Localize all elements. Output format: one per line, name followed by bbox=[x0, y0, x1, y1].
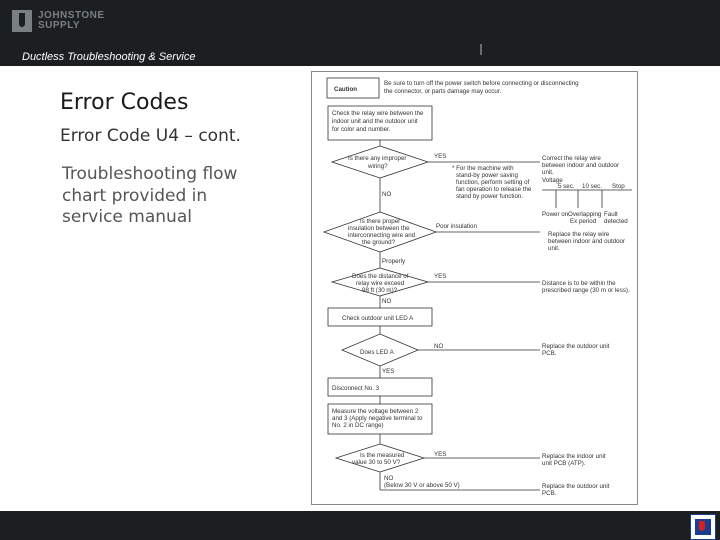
d2-line3: interconnecting wire and bbox=[348, 232, 416, 239]
no-label-4: NO bbox=[384, 475, 393, 482]
note1-line3: function, perform setting of bbox=[456, 179, 530, 186]
d3-line2: relay wire exceed bbox=[356, 280, 405, 287]
yes-label-4: YES bbox=[434, 451, 446, 458]
box1-line2: indoor unit and the outdoor unit bbox=[332, 118, 418, 125]
correct-line3: unit. bbox=[542, 169, 554, 176]
v-5sec: 5 sec. bbox=[558, 183, 575, 190]
replace-relay-line1: Replace the relay wire bbox=[548, 231, 610, 238]
correct-line1: Correct the relay wire bbox=[542, 155, 601, 162]
v-detected: detected bbox=[604, 218, 628, 225]
d1-line2: wiring? bbox=[367, 163, 388, 170]
pcb-outdoor-line1: Replace the outdoor unit bbox=[542, 343, 610, 350]
disconnect-label: Disconnect No. 3 bbox=[332, 385, 380, 392]
properly-label: Properly bbox=[382, 258, 406, 265]
v-fault: Fault bbox=[604, 211, 618, 218]
indoor-pcb-line2: unit PCB (ATP). bbox=[542, 460, 586, 467]
d5-line2: value 30 to 50 V? bbox=[352, 459, 401, 466]
replace-relay-line3: unit. bbox=[548, 245, 560, 252]
improper-wiring-diamond bbox=[330, 145, 430, 179]
distance-line2: prescribed range (30 m or less). bbox=[542, 287, 630, 294]
slide-title: Error Codes bbox=[60, 90, 189, 115]
company-logo: JOHNSTONE SUPPLY bbox=[12, 10, 105, 32]
d5-line1: Is the measured bbox=[360, 452, 405, 459]
pcb-outdoor-line2: PCB. bbox=[542, 350, 557, 357]
note1-line4: fan operation to release the bbox=[456, 186, 532, 193]
v-power-on: Power on bbox=[542, 211, 569, 218]
outdoor-last-line1: Replace the outdoor unit bbox=[542, 483, 610, 490]
box1-line1: Check the relay wire between the bbox=[332, 110, 424, 117]
yes-label-1: YES bbox=[434, 153, 446, 160]
footer-bar bbox=[0, 511, 720, 540]
d3-line3: 98 ft (30 m)? bbox=[362, 287, 398, 294]
box1-line3: for color and number. bbox=[332, 126, 391, 133]
caution-label: Caution bbox=[334, 86, 357, 93]
header-subtitle: Ductless Troubleshooting & Service bbox=[22, 51, 196, 63]
no-label-1: NO bbox=[382, 191, 391, 198]
outdoor-last-line2: PCB. bbox=[542, 490, 557, 497]
measure-line3: No. 2 in DC range) bbox=[332, 422, 384, 429]
v-10sec: 10 sec. bbox=[582, 183, 602, 190]
no-note: (Below 30 V or above 50 V) bbox=[384, 482, 460, 489]
note1-line1: * For the machine with bbox=[452, 165, 514, 172]
v-ex-period: Ex period bbox=[570, 218, 597, 225]
slide-subtitle: Error Code U4 – cont. bbox=[60, 126, 241, 146]
caution-line1: Be sure to turn off the power switch bef… bbox=[384, 80, 579, 87]
measure-line1: Measure the voltage between 2 bbox=[332, 408, 419, 415]
distance-line1: Distance is to be within the bbox=[542, 280, 616, 287]
yes-label-3: YES bbox=[382, 368, 394, 375]
poor-insulation: Poor insulation bbox=[436, 223, 477, 230]
brand-line2: SUPPLY bbox=[38, 20, 81, 31]
v-stop: Stop bbox=[612, 183, 625, 190]
flowchart-graphic: Caution Be sure to turn off the power sw… bbox=[322, 77, 632, 497]
no-label-3: NO bbox=[434, 343, 443, 350]
v-overlap: Overlapping bbox=[568, 211, 602, 218]
check-led-label: Check outdoor unit LED A bbox=[342, 315, 414, 322]
note1-line5: stand by power function. bbox=[456, 193, 523, 200]
yes-label-2: YES bbox=[434, 273, 446, 280]
d2-line4: the ground? bbox=[362, 239, 396, 246]
d2-line2: insulation between the bbox=[348, 225, 410, 232]
d3-line1: Does the distance of bbox=[352, 273, 409, 280]
caution-line2: the connector, or parts damage may occur… bbox=[384, 88, 502, 95]
troubleshooting-flowchart: Caution Be sure to turn off the power sw… bbox=[311, 71, 638, 505]
replace-relay-line2: between indoor and outdoor bbox=[548, 238, 625, 245]
slide-bullet-text: Troubleshooting flow chart provided in s… bbox=[62, 164, 238, 227]
correct-line2: between indoor and outdoor bbox=[542, 162, 619, 169]
d2-line1: Is there proper bbox=[360, 218, 400, 225]
d1-line1: Is there any improper bbox=[348, 155, 406, 162]
measure-line2: and 3 (Apply negative terminal to bbox=[332, 415, 423, 422]
johnstone-j-icon bbox=[690, 514, 716, 540]
no-label-2: NO bbox=[382, 298, 391, 305]
d4-line1: Does LED A bbox=[360, 349, 395, 356]
logo-text: JOHNSTONE SUPPLY bbox=[38, 11, 105, 31]
header-bar: JOHNSTONE SUPPLY Ductless Troubleshootin… bbox=[0, 0, 720, 66]
indoor-pcb-line1: Replace the indoor unit bbox=[542, 453, 606, 460]
logo-mark-icon bbox=[12, 10, 32, 32]
header-divider bbox=[480, 44, 482, 55]
note1-line2: stand-by power saving bbox=[456, 172, 518, 179]
